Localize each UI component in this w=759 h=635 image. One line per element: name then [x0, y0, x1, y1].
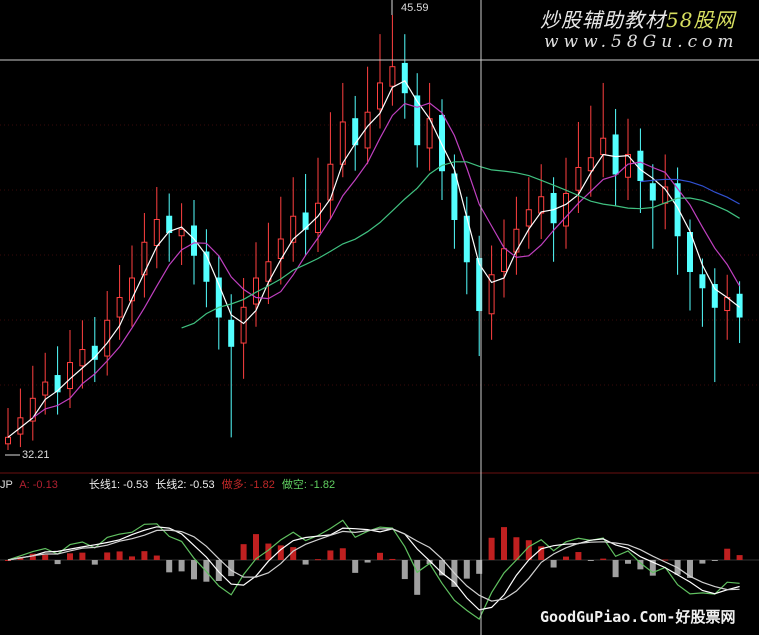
indicator-bar — [240, 544, 247, 560]
indicator-bar — [736, 555, 743, 560]
candle-body — [575, 166, 582, 191]
indicator-bar — [153, 555, 160, 560]
candle-body — [501, 248, 507, 273]
candle-body — [67, 362, 73, 390]
indicator-bar — [91, 560, 98, 565]
indicator-bar — [389, 558, 396, 560]
indicator-bar — [54, 560, 61, 565]
candle-body — [389, 66, 396, 87]
indicator-bar — [488, 537, 495, 560]
indicator-bar — [116, 551, 123, 560]
indicator-bar — [42, 554, 49, 560]
indicator-bar — [364, 560, 371, 563]
indicator-bar — [191, 560, 197, 580]
indicator-bar — [414, 560, 421, 595]
indicator-long1-value: 长线1: -0.53 — [88, 479, 149, 491]
candle-body — [116, 297, 123, 318]
candle-body — [538, 196, 545, 214]
indicator-fast-line — [7, 519, 740, 621]
indicator-bar — [600, 558, 607, 560]
indicator-bar — [302, 560, 309, 565]
candle-body — [104, 319, 111, 357]
ma10-line — [32, 102, 741, 419]
indicator-bar — [129, 556, 135, 560]
candle-body — [563, 192, 569, 227]
watermark-bottom: GoodGuPiao.Com-好股票网 — [540, 608, 736, 626]
indicator-bar — [327, 550, 334, 560]
indicator-bar — [166, 560, 173, 573]
candle-body — [587, 157, 594, 172]
candle-body — [612, 134, 619, 175]
ma5-line — [7, 80, 740, 438]
indicator-bar — [315, 559, 321, 561]
indicator-bar — [253, 534, 259, 560]
indicator-bar — [141, 551, 148, 560]
indicator-name: JP — [0, 479, 13, 491]
indicator-long2-value: 长线2: -0.53 — [155, 479, 215, 491]
candle-body — [401, 62, 408, 94]
indicator-bar — [563, 556, 569, 560]
indicator-short-value: 做空: -1.82 — [281, 479, 336, 491]
candle-body — [166, 215, 173, 234]
candle-body — [228, 319, 235, 347]
candle-body — [178, 228, 185, 237]
indicator-bar — [401, 560, 408, 580]
stock-chart[interactable]: 45.59 32.21 JP A: -0.13 长线1: -0.53 长线2: … — [0, 0, 759, 635]
candle-body — [649, 183, 656, 201]
indicator-bar — [711, 560, 718, 561]
watermark-url: www.58Gu.com — [544, 32, 739, 52]
indicator-long-value: 做多: -1.82 — [221, 479, 275, 491]
max-price-label: 45.59 — [401, 2, 429, 14]
candle-body — [687, 232, 693, 273]
indicator-bar — [67, 553, 73, 560]
candle-body — [699, 274, 706, 289]
indicator-bar — [525, 540, 532, 560]
ma30-line — [181, 161, 740, 329]
indicator-bar — [724, 548, 731, 560]
indicator-bar — [104, 552, 111, 560]
indicator-bar — [377, 552, 383, 560]
indicator-long1-line — [7, 526, 740, 611]
candle-body — [377, 82, 383, 110]
candle-body — [637, 150, 644, 181]
candle-body — [79, 349, 86, 367]
indicator-bar — [215, 560, 222, 581]
min-price-label: 32.21 — [22, 449, 50, 461]
indicator-bar — [625, 560, 631, 564]
indicator-bar — [575, 552, 582, 560]
watermark-top-text: 炒股辅助教材 — [540, 8, 666, 32]
watermark-top: 炒股辅助教材58股网 — [540, 4, 735, 33]
indicator-bar — [352, 560, 359, 573]
candle-body — [600, 137, 607, 155]
indicator-bar — [79, 552, 86, 560]
indicator-bar — [178, 560, 185, 572]
indicator-bar — [501, 527, 507, 560]
candle-body — [42, 381, 49, 396]
candle-body — [240, 306, 247, 344]
indicator-bar — [699, 560, 706, 564]
indicator-bar — [550, 560, 557, 568]
indicator-bar — [513, 537, 520, 560]
candlestick-chart-svg[interactable] — [0, 0, 759, 635]
watermark-brand: 58股网 — [666, 8, 736, 32]
indicator-bar — [587, 560, 594, 561]
candle-body — [525, 209, 532, 227]
candle-body — [451, 173, 458, 220]
candle-body — [439, 114, 445, 172]
candle-body — [5, 436, 11, 445]
candle-body — [153, 218, 160, 247]
candle-body — [550, 192, 557, 224]
indicator-legend: JP A: -0.13 长线1: -0.53 长线2: -0.53 做多: -1… — [0, 476, 339, 492]
candle-body — [339, 121, 346, 165]
indicator-a-value: A: -0.13 — [19, 479, 58, 491]
indicator-bar — [339, 548, 346, 560]
indicator-bar — [612, 560, 619, 578]
indicator-bar — [463, 560, 470, 579]
candle-body — [364, 111, 371, 149]
